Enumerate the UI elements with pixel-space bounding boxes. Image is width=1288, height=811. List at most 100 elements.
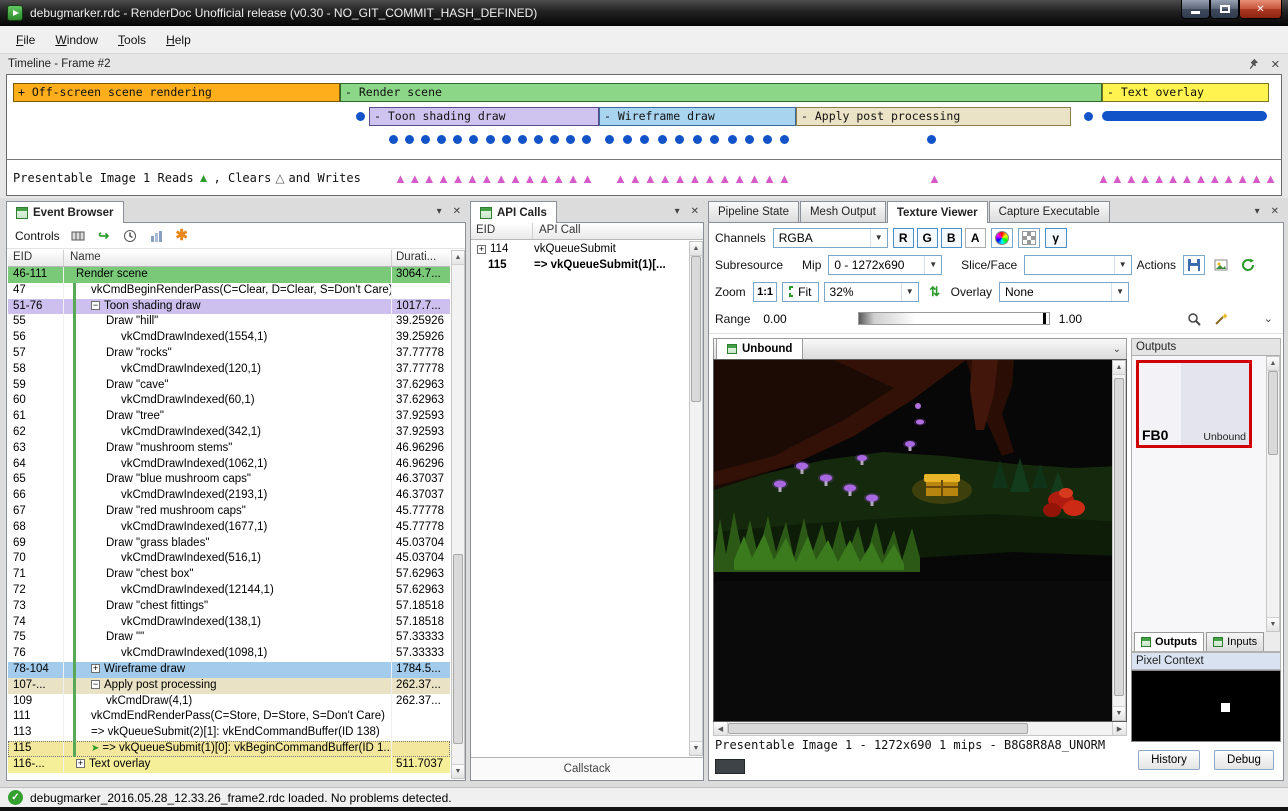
draw-event-dot[interactable] bbox=[1084, 112, 1093, 121]
draw-event-dot[interactable] bbox=[566, 135, 575, 144]
panel-close-button[interactable]: ✕ bbox=[686, 206, 704, 217]
scrollbar-thumb[interactable] bbox=[453, 554, 463, 744]
flip-y-button[interactable]: ⇅ bbox=[924, 282, 946, 302]
event-row[interactable]: 62vkCmdDrawIndexed(342,1)37.92593 bbox=[8, 425, 450, 441]
channel-a-button[interactable]: A bbox=[965, 228, 986, 248]
event-row[interactable]: 58vkCmdDrawIndexed(120,1)37.77778 bbox=[8, 362, 450, 378]
event-row[interactable]: 68vkCmdDrawIndexed(1677,1)45.77778 bbox=[8, 520, 450, 536]
draw-event-dot[interactable] bbox=[763, 135, 772, 144]
texture-horizontal-scrollbar[interactable]: ◀ ▶ bbox=[713, 722, 1127, 736]
scroll-up-icon[interactable]: ▲ bbox=[1113, 361, 1125, 375]
draw-event-dot[interactable] bbox=[693, 135, 702, 144]
timeline-marker-offscreen[interactable]: + Off-screen scene rendering bbox=[13, 83, 340, 102]
usage-write-triangle[interactable]: ▲ bbox=[1111, 172, 1124, 185]
scroll-down-icon[interactable]: ▼ bbox=[1113, 706, 1125, 720]
draw-event-dot[interactable] bbox=[453, 135, 462, 144]
draw-event-dot[interactable] bbox=[469, 135, 478, 144]
scrollbar-track[interactable] bbox=[728, 722, 1112, 735]
column-header-name[interactable]: Name bbox=[64, 250, 392, 266]
usage-write-triangle[interactable]: ▲ bbox=[1236, 172, 1249, 185]
expander-collapse-icon[interactable]: − bbox=[91, 301, 100, 310]
overlay-dropdown[interactable]: None ▼ bbox=[999, 282, 1129, 302]
event-row[interactable]: 75Draw ""57.33333 bbox=[8, 630, 450, 646]
tab-texture-viewer[interactable]: Texture Viewer bbox=[887, 201, 988, 223]
zoom-fit-button[interactable]: Fit bbox=[782, 282, 818, 302]
scrollbar-thumb[interactable] bbox=[691, 256, 701, 402]
timeline-marker-toon[interactable]: - Toon shading draw bbox=[369, 107, 599, 126]
expander-expand-icon[interactable]: + bbox=[91, 664, 100, 673]
event-row[interactable]: 63Draw "mushroom stems"46.96296 bbox=[8, 441, 450, 457]
draw-event-dot[interactable] bbox=[605, 135, 614, 144]
usage-write-triangle[interactable]: ▲ bbox=[538, 172, 551, 185]
usage-write-triangle[interactable]: ▲ bbox=[778, 172, 791, 185]
usage-write-triangle[interactable]: ▲ bbox=[674, 172, 687, 185]
channels-dropdown[interactable]: RGBA ▼ bbox=[773, 228, 888, 248]
scroll-down-icon[interactable]: ▼ bbox=[452, 764, 464, 778]
usage-write-triangle[interactable]: ▲ bbox=[452, 172, 465, 185]
tab-event-browser[interactable]: Event Browser bbox=[6, 201, 124, 223]
event-row[interactable]: 73Draw "chest fittings"57.18518 bbox=[8, 599, 450, 615]
draw-event-dot[interactable] bbox=[675, 135, 684, 144]
draw-event-dot[interactable] bbox=[623, 135, 632, 144]
history-button[interactable]: History bbox=[1138, 750, 1200, 770]
slice-face-dropdown[interactable]: ▼ bbox=[1024, 255, 1131, 275]
draw-event-dot[interactable] bbox=[389, 135, 398, 144]
scroll-up-icon[interactable]: ▲ bbox=[452, 251, 464, 265]
menu-item-window[interactable]: Window bbox=[45, 26, 108, 53]
export-icon[interactable]: ↪ bbox=[96, 228, 112, 244]
event-row[interactable]: 64vkCmdDrawIndexed(1062,1)46.96296 bbox=[8, 457, 450, 473]
scroll-down-icon[interactable]: ▼ bbox=[1267, 617, 1279, 631]
range-slider[interactable] bbox=[858, 312, 1050, 325]
timeline-marker-render-scene[interactable]: - Render scene bbox=[340, 83, 1102, 102]
expander-expand-icon[interactable]: + bbox=[477, 245, 486, 254]
expander-collapse-icon[interactable]: − bbox=[91, 680, 100, 689]
api-calls-scrollbar[interactable]: ▲ ▼ bbox=[689, 241, 703, 756]
pin-icon[interactable] bbox=[1245, 56, 1261, 72]
scrollbar-thumb[interactable] bbox=[1268, 371, 1278, 455]
event-row[interactable]: 67Draw "red mushroom caps"45.77778 bbox=[8, 504, 450, 520]
usage-write-triangle[interactable]: ▲ bbox=[1264, 172, 1277, 185]
draw-event-dot[interactable] bbox=[927, 135, 936, 144]
event-row[interactable]: 111vkCmdEndRenderPass(C=Store, D=Store, … bbox=[8, 709, 450, 725]
usage-write-triangle[interactable]: ▲ bbox=[703, 172, 716, 185]
event-row[interactable]: 72vkCmdDrawIndexed(12144,1)57.62963 bbox=[8, 583, 450, 599]
menu-item-help[interactable]: Help bbox=[156, 26, 201, 53]
scrollbar-track[interactable] bbox=[1113, 375, 1125, 706]
draw-event-dot[interactable] bbox=[437, 135, 446, 144]
outputs-scrollbar[interactable]: ▲ ▼ bbox=[1266, 356, 1280, 632]
usage-reads-triangle-icon[interactable]: ▲ bbox=[198, 172, 210, 184]
usage-write-triangle[interactable]: ▲ bbox=[1167, 172, 1180, 185]
expander-expand-icon[interactable]: + bbox=[76, 759, 85, 768]
usage-write-triangle[interactable]: ▲ bbox=[495, 172, 508, 185]
event-row[interactable]: 69Draw "grass blades"45.03704 bbox=[8, 536, 450, 552]
usage-write-triangle[interactable]: ▲ bbox=[480, 172, 493, 185]
usage-write-triangle[interactable]: ▲ bbox=[509, 172, 522, 185]
scrollbar-track[interactable] bbox=[690, 256, 702, 741]
event-row[interactable]: 65Draw "blue mushroom caps"46.37037 bbox=[8, 472, 450, 488]
draw-event-dot[interactable] bbox=[421, 135, 430, 144]
tab-capture-executable[interactable]: Capture Executable bbox=[989, 201, 1110, 222]
texture-canvas[interactable]: ▲ ▼ bbox=[713, 359, 1127, 722]
scroll-down-icon[interactable]: ▼ bbox=[690, 741, 702, 755]
timeline-marker-post[interactable]: - Apply post processing bbox=[796, 107, 1071, 126]
event-row[interactable]: 76vkCmdDrawIndexed(1098,1)57.33333 bbox=[8, 646, 450, 662]
debug-button[interactable]: Debug bbox=[1214, 750, 1274, 770]
alpha-checker-button[interactable] bbox=[1018, 228, 1040, 248]
column-header-duration[interactable]: Durati... bbox=[392, 250, 450, 266]
fb0-thumbnail[interactable]: FB0 Unbound bbox=[1136, 360, 1252, 448]
usage-write-triangle[interactable]: ▲ bbox=[552, 172, 565, 185]
timeline-header[interactable]: Timeline - Frame #2 ✕ bbox=[0, 54, 1288, 74]
usage-write-triangle[interactable]: ▲ bbox=[763, 172, 776, 185]
usage-clears-triangle-icon[interactable]: △ bbox=[275, 172, 284, 184]
scroll-right-icon[interactable]: ▶ bbox=[1112, 722, 1126, 735]
draw-event-dot[interactable] bbox=[582, 135, 591, 144]
usage-write-triangle[interactable]: ▲ bbox=[659, 172, 672, 185]
column-header-eid[interactable]: EID bbox=[8, 250, 64, 266]
controls-label[interactable]: Controls bbox=[15, 229, 60, 243]
event-row[interactable]: 55Draw "hill"39.25926 bbox=[8, 314, 450, 330]
scrollbar-thumb[interactable] bbox=[728, 723, 1028, 734]
texture-vertical-scrollbar[interactable]: ▲ ▼ bbox=[1112, 360, 1126, 721]
draw-event-dot[interactable] bbox=[486, 135, 495, 144]
draw-event-dot[interactable] bbox=[502, 135, 511, 144]
scrollbar-track[interactable] bbox=[1267, 371, 1279, 617]
